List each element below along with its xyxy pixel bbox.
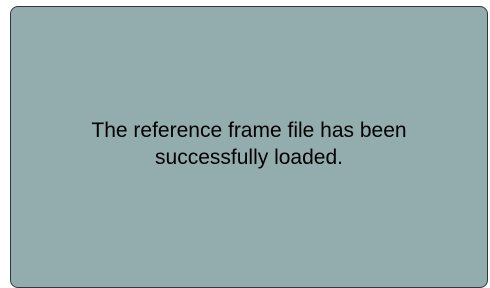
- dialog-message: The reference frame file has been succes…: [91, 119, 407, 169]
- message-dialog: The reference frame file has been succes…: [10, 6, 488, 288]
